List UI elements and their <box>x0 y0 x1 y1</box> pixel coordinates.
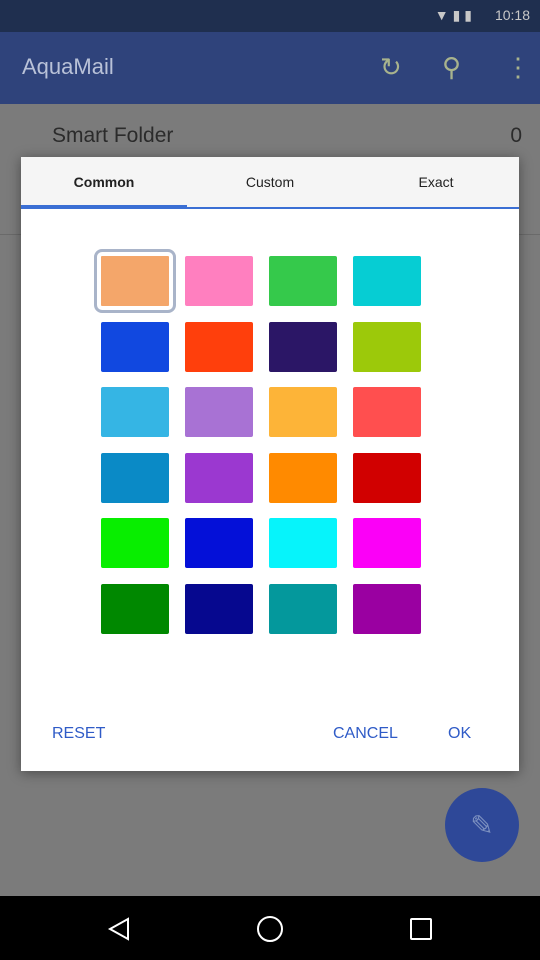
color-swatch[interactable] <box>101 452 169 503</box>
search-icon[interactable]: ⚲ <box>442 52 461 83</box>
color-swatch[interactable] <box>269 584 337 634</box>
cancel-button[interactable]: Cancel <box>333 718 398 750</box>
color-swatch[interactable] <box>101 387 169 438</box>
home-icon[interactable] <box>257 916 283 942</box>
color-swatch[interactable] <box>269 387 337 438</box>
ok-button[interactable]: OK <box>448 718 471 750</box>
color-picker-dialog: Common Custom Exact Reset Cancel OK <box>21 157 519 771</box>
color-swatch[interactable] <box>94 249 176 313</box>
color-swatch[interactable] <box>185 256 253 306</box>
color-swatch[interactable] <box>269 452 337 503</box>
reset-button[interactable]: Reset <box>52 718 105 750</box>
color-swatch[interactable] <box>269 518 337 569</box>
compose-button[interactable]: ✎ <box>445 788 519 862</box>
recent-apps-icon[interactable] <box>410 918 432 940</box>
back-icon[interactable] <box>106 916 132 942</box>
color-swatch[interactable] <box>353 387 421 438</box>
color-swatch[interactable] <box>185 518 253 569</box>
tab-exact[interactable]: Exact <box>353 157 519 207</box>
app-bar: AquaMail ↻ ⚲ ⋮ <box>0 32 540 104</box>
overflow-menu-icon[interactable]: ⋮ <box>505 52 531 83</box>
folder-count: 0 <box>510 124 522 147</box>
color-swatch[interactable] <box>353 321 421 372</box>
status-time: 10:18 <box>494 7 530 23</box>
status-bar: ▼▮▮ 10:18 <box>0 0 540 32</box>
color-swatch[interactable] <box>353 518 421 569</box>
pencil-icon: ✎ <box>470 809 494 841</box>
color-swatch[interactable] <box>353 584 421 634</box>
tab-bar: Common Custom Exact <box>21 157 519 209</box>
color-swatch[interactable] <box>185 584 253 634</box>
status-icons: ▼▮▮ <box>434 7 476 23</box>
color-swatch[interactable] <box>353 256 421 306</box>
tab-common[interactable]: Common <box>21 157 187 207</box>
color-swatch[interactable] <box>185 387 253 438</box>
tab-custom[interactable]: Custom <box>187 157 353 207</box>
folder-name: Smart Folder <box>52 124 174 147</box>
tab-indicator <box>21 205 187 209</box>
color-swatch[interactable] <box>185 321 253 372</box>
color-swatch[interactable] <box>269 256 337 306</box>
color-swatch[interactable] <box>185 452 253 503</box>
refresh-icon[interactable]: ↻ <box>380 52 402 83</box>
navigation-bar <box>0 896 540 960</box>
color-swatch[interactable] <box>269 321 337 372</box>
app-title: AquaMail <box>22 54 114 79</box>
color-swatch[interactable] <box>353 452 421 503</box>
color-swatch[interactable] <box>101 584 169 634</box>
color-swatch[interactable] <box>101 321 169 372</box>
color-swatch[interactable] <box>101 518 169 569</box>
